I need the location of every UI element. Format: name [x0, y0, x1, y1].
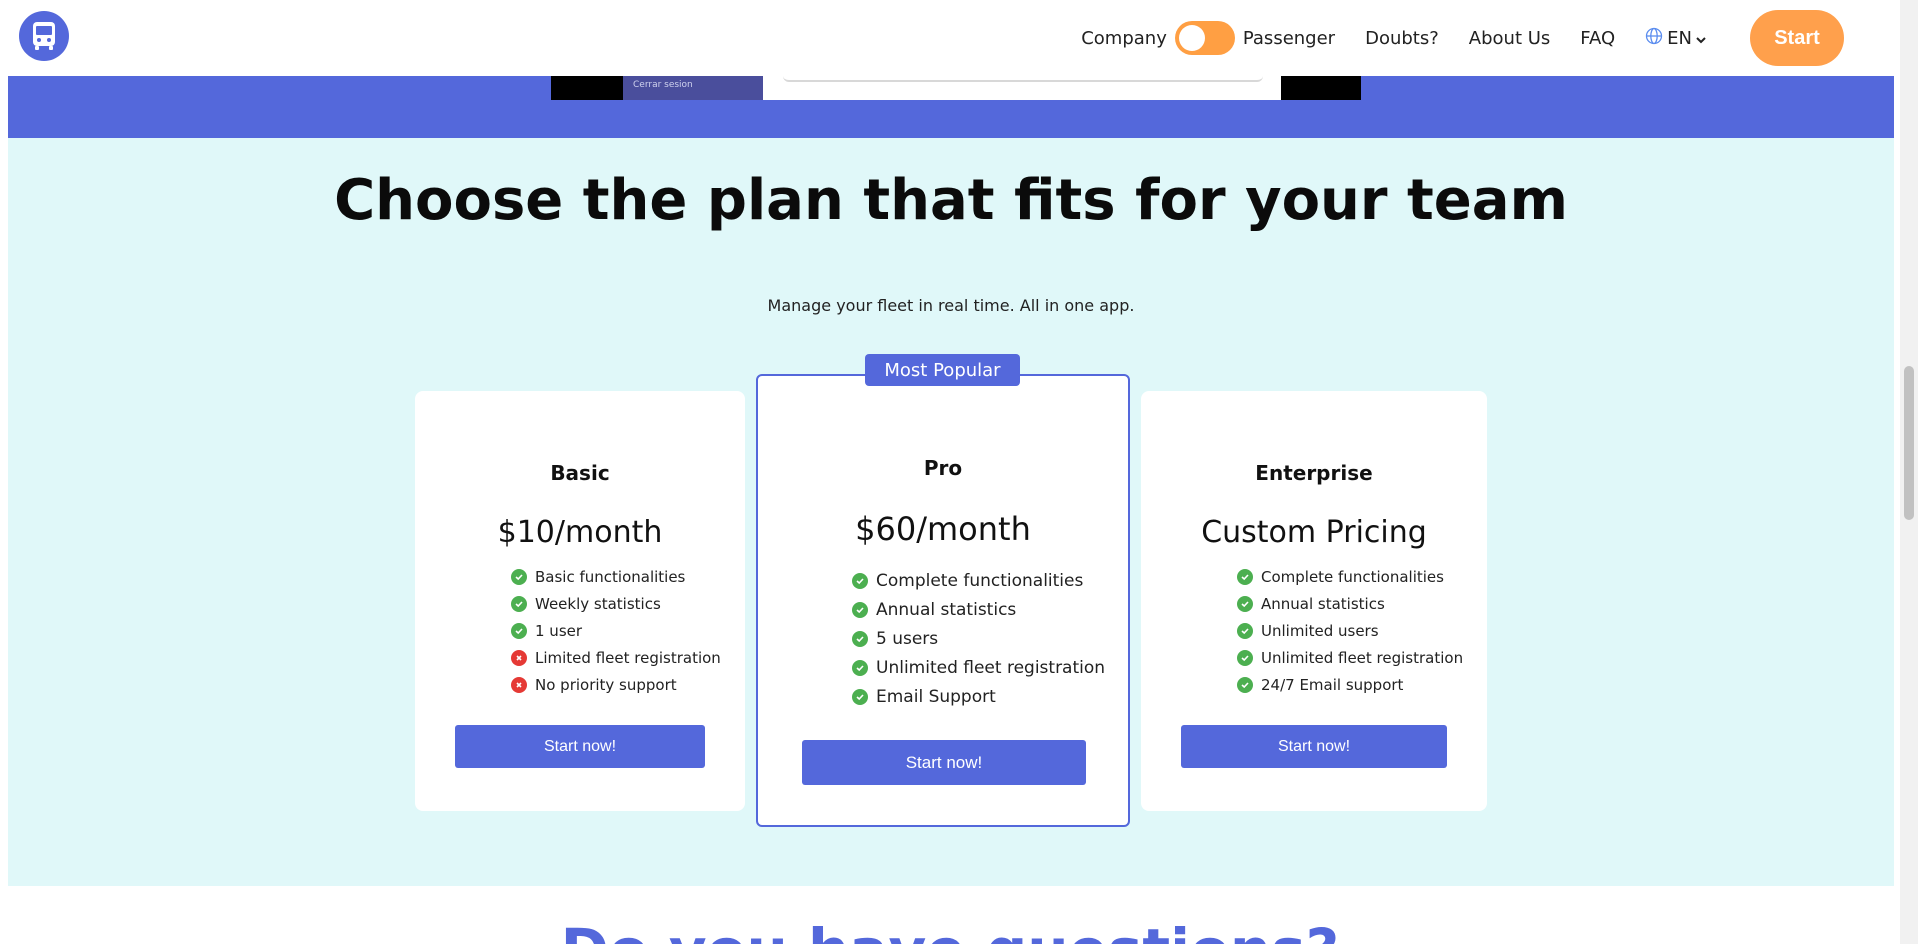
plan-name: Pro — [923, 456, 963, 480]
feature-item: Weekly statistics — [511, 590, 721, 617]
user-type-switch: Company Passenger — [1081, 21, 1335, 55]
feature-item: Basic functionalities — [511, 563, 721, 590]
start-now-button-enterprise[interactable]: Start now! — [1181, 725, 1447, 768]
check-icon — [852, 688, 868, 705]
check-icon — [852, 572, 868, 589]
start-now-button-pro[interactable]: Start now! — [802, 740, 1086, 785]
check-icon — [511, 595, 527, 612]
plan-card-enterprise: Enterprise Custom Pricing Complete funct… — [1141, 391, 1487, 811]
main-nav: Company Passenger Doubts? About Us FAQ E… — [1081, 10, 1844, 66]
check-icon — [1237, 595, 1253, 612]
feature-item: 1 user — [511, 617, 721, 644]
plan-price: $10/month — [497, 515, 663, 550]
check-icon — [852, 601, 868, 618]
nav-link-faq[interactable]: FAQ — [1580, 28, 1615, 49]
app-preview-image-left: Cerrar sesion — [551, 76, 763, 100]
feature-item: Email Support — [852, 682, 1105, 711]
check-icon — [1237, 676, 1253, 693]
feature-item: No priority support — [511, 671, 721, 698]
check-icon — [1237, 622, 1253, 639]
feature-item: Unlimited users — [1237, 617, 1463, 644]
language-label: EN — [1667, 27, 1692, 49]
bus-logo-icon[interactable] — [19, 11, 69, 61]
start-button[interactable]: Start — [1750, 10, 1844, 66]
feature-item: 5 users — [852, 624, 1105, 653]
company-label: Company — [1081, 27, 1167, 49]
pricing-subtitle: Manage your fleet in real time. All in o… — [767, 296, 1135, 315]
app-preview-image-right — [1281, 76, 1361, 100]
feature-text: Unlimited fleet registration — [1261, 648, 1464, 667]
feature-text: Complete functionalities — [876, 570, 1084, 591]
toggle-knob — [1178, 25, 1205, 51]
feature-item: Limited fleet registration — [511, 644, 721, 671]
feature-text: Email Support — [876, 686, 996, 707]
feature-text: 5 users — [876, 628, 939, 649]
preview-divider — [783, 76, 1263, 82]
feature-item: Unlimited fleet registration — [852, 653, 1105, 682]
plan-card-pro: Pro $60/month Complete functionalities A… — [756, 374, 1130, 827]
cross-icon — [511, 649, 527, 666]
logout-caption: Cerrar sesion — [623, 76, 763, 100]
feature-text: 1 user — [535, 621, 583, 640]
feature-text: Unlimited users — [1261, 621, 1379, 640]
app-preview-image-center — [763, 76, 1281, 100]
feature-item: 24/7 Email support — [1237, 671, 1463, 698]
plan-name: Basic — [550, 461, 610, 485]
feature-list: Basic functionalities Weekly statistics … — [511, 563, 721, 698]
top-navbar: Company Passenger Doubts? About Us FAQ E… — [0, 0, 1900, 76]
feature-item: Annual statistics — [852, 595, 1105, 624]
check-icon — [852, 659, 868, 676]
feature-text: Annual statistics — [876, 599, 1017, 620]
cross-icon — [511, 676, 527, 693]
feature-text: No priority support — [535, 675, 677, 694]
feature-text: Limited fleet registration — [535, 648, 721, 667]
check-icon — [1237, 649, 1253, 666]
passenger-label: Passenger — [1242, 27, 1336, 49]
check-icon — [1237, 568, 1253, 585]
plan-price: Custom Pricing — [1201, 515, 1427, 550]
feature-text: Annual statistics — [1261, 594, 1385, 613]
feature-list: Complete functionalities Annual statisti… — [1237, 563, 1463, 698]
most-popular-badge: Most Popular — [865, 354, 1020, 386]
plan-card-basic: Basic $10/month Basic functionalities We… — [415, 391, 745, 811]
feature-list: Complete functionalities Annual statisti… — [852, 566, 1105, 711]
check-icon — [511, 568, 527, 585]
feature-item: Complete functionalities — [852, 566, 1105, 595]
nav-link-about-us[interactable]: About Us — [1469, 28, 1551, 49]
feature-text: Complete functionalities — [1261, 567, 1444, 586]
nav-link-doubts[interactable]: Doubts? — [1365, 28, 1439, 49]
plan-price: $60/month — [855, 510, 1031, 548]
feature-text: Basic functionalities — [535, 567, 686, 586]
check-icon — [511, 622, 527, 639]
feature-text: 24/7 Email support — [1261, 675, 1404, 694]
feature-item: Annual statistics — [1237, 590, 1463, 617]
globe-icon — [1645, 27, 1663, 50]
hero-band: Cerrar sesion — [8, 76, 1894, 138]
plan-name: Enterprise — [1255, 461, 1373, 485]
chevron-down-icon — [1696, 28, 1706, 49]
feature-item: Unlimited fleet registration — [1237, 644, 1463, 671]
pricing-section: Choose the plan that fits for your team … — [8, 138, 1894, 886]
check-icon — [852, 630, 868, 647]
feature-item: Complete functionalities — [1237, 563, 1463, 590]
faq-title: Do you have questions? — [0, 916, 1900, 944]
scrollbar-thumb[interactable] — [1904, 366, 1914, 520]
start-now-button-basic[interactable]: Start now! — [455, 725, 705, 768]
pricing-title: Choose the plan that fits for your team — [334, 168, 1568, 233]
company-passenger-toggle[interactable] — [1174, 21, 1235, 55]
feature-text: Weekly statistics — [535, 594, 661, 613]
language-selector[interactable]: EN — [1645, 27, 1706, 50]
page: Company Passenger Doubts? About Us FAQ E… — [0, 0, 1918, 944]
page-scrollbar[interactable] — [1900, 0, 1918, 944]
feature-text: Unlimited fleet registration — [876, 657, 1106, 678]
